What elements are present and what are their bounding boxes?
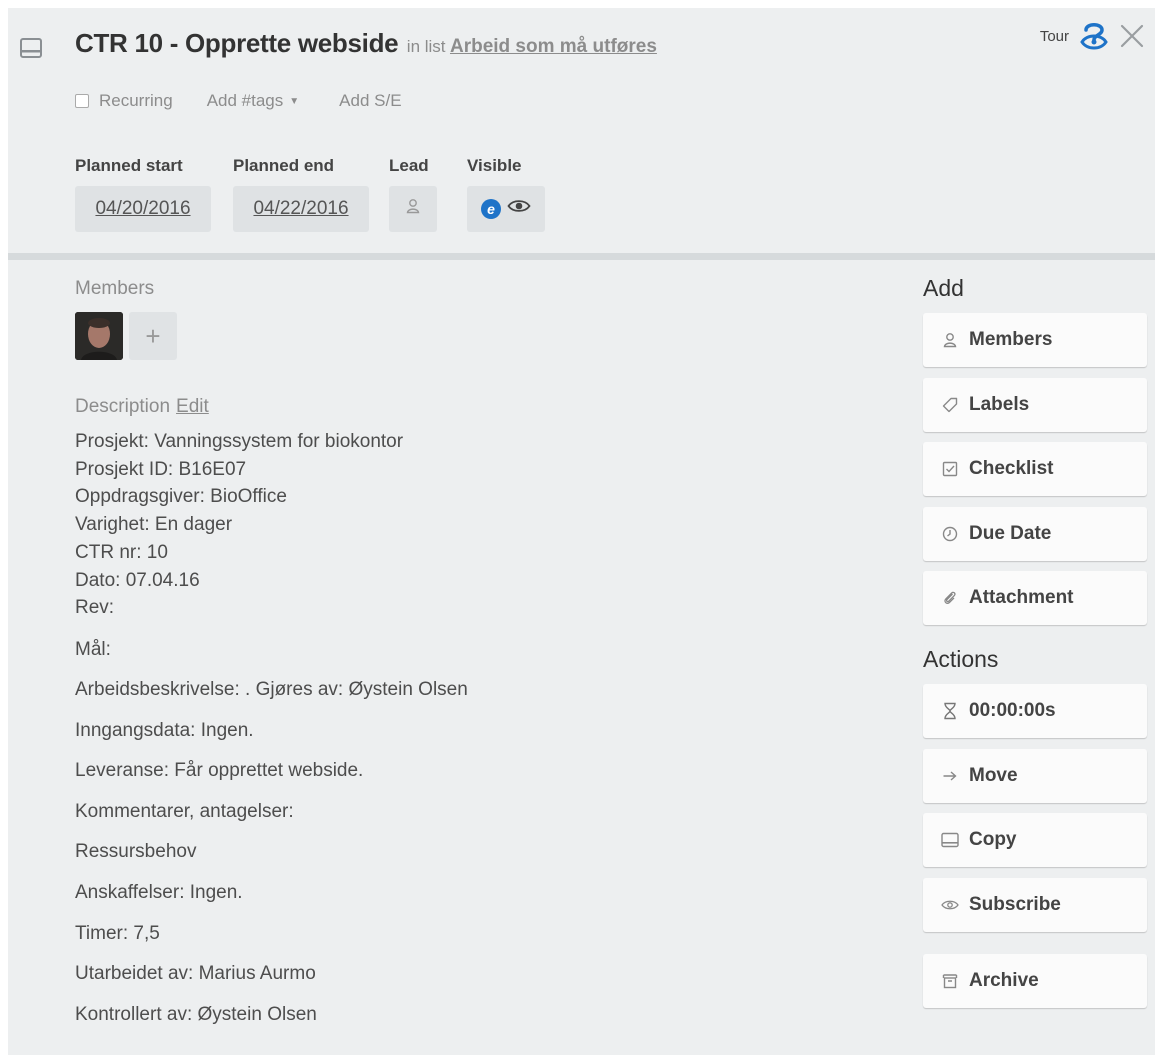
description-line: Dato: 07.04.16 (75, 569, 200, 591)
archive-icon (939, 973, 961, 989)
lead-label: Lead (389, 156, 429, 175)
arrow-right-icon (939, 770, 961, 782)
add-member-button[interactable]: + (129, 312, 177, 360)
add-members-button[interactable]: Members (923, 313, 1147, 367)
description-line: Oppdragsgiver: BioOffice (75, 486, 287, 508)
add-tags-label: Add #tags (206, 91, 284, 110)
edit-description-link[interactable]: Edit (176, 396, 209, 417)
visibility-badge-icon: e (481, 199, 501, 219)
add-due-date-label: Due Date (969, 522, 1052, 544)
visible-field: Visible e (467, 156, 545, 232)
recurring-label[interactable]: Recurring (99, 91, 173, 111)
lead-picker[interactable] (389, 186, 437, 232)
card-sidebar: Add Members Labels Checklist Due Date At… (923, 273, 1147, 1018)
description-line: Prosjekt: Vanningssystem for biokontor (75, 431, 404, 452)
card-icon (20, 38, 42, 58)
add-labels-button[interactable]: Labels (923, 377, 1147, 432)
description-paragraph: Arbeidsbeskrivelse: . Gjøres av: Øystein… (75, 679, 468, 701)
in-list-label: in list (406, 37, 446, 56)
description-body: Prosjekt: Vanningssystem for biokontor P… (75, 428, 895, 622)
subscribe-label: Subscribe (969, 893, 1061, 915)
description-line: Rev: (75, 597, 115, 619)
description-paragraph: Mål: (75, 638, 111, 660)
description-line: CTR nr: 10 (75, 541, 168, 563)
clock-icon (939, 526, 961, 542)
description-paragraph: Ressursbehov (75, 841, 197, 863)
archive-button[interactable]: Archive (923, 953, 1147, 1008)
add-heading: Add (923, 275, 964, 301)
description-line: Varighet: En dager (75, 514, 233, 536)
add-tags-dropdown[interactable]: Add #tags ▼ (207, 91, 299, 111)
archive-label: Archive (969, 969, 1039, 991)
timer-icon (939, 702, 961, 720)
timer-button[interactable]: 00:00:00s (923, 684, 1147, 738)
description-paragraph: Timer: 7,5 (75, 922, 160, 944)
card-title-row: CTR 10 - Opprette webside in list Arbeid… (75, 28, 657, 59)
planned-start-label: Planned start (75, 156, 183, 175)
description-paragraph: Leveranse: Får opprettet webside. (75, 760, 364, 782)
description-paragraph: Kontrollert av: Øystein Olsen (75, 1003, 317, 1025)
lead-field: Lead (389, 156, 437, 232)
eye-icon (939, 899, 961, 911)
card-title[interactable]: CTR 10 - Opprette webside (75, 28, 399, 58)
add-checklist-label: Checklist (969, 458, 1054, 479)
description-header: Description Edit (75, 396, 895, 418)
planned-start-value[interactable]: 04/20/2016 (75, 186, 211, 232)
card-meta-row: Recurring Add #tags ▼ Add S/E (75, 91, 402, 111)
copy-button[interactable]: Copy (923, 813, 1147, 867)
move-label: Move (969, 764, 1018, 786)
add-se-button[interactable]: Add S/E (339, 91, 401, 111)
avatar[interactable] (75, 312, 123, 360)
card-header: CTR 10 - Opprette webside in list Arbeid… (8, 8, 1155, 253)
header-divider (8, 253, 1155, 260)
eye-icon (507, 198, 531, 220)
planned-end-label: Planned end (233, 156, 335, 175)
members-list: + (75, 312, 895, 360)
visible-label: Visible (467, 156, 522, 175)
person-icon (406, 198, 420, 220)
card-main: Members + Description Edit Prosjekt: Vann… (75, 278, 895, 1028)
close-icon[interactable] (1119, 23, 1145, 49)
copy-label: Copy (969, 829, 1017, 850)
description-line: Prosjekt ID: B16E07 (75, 458, 247, 480)
description-paragraph: Anskaffelser: Ingen. (75, 882, 243, 904)
tour-icon[interactable] (1077, 20, 1111, 52)
card-detail-window: CTR 10 - Opprette webside in list Arbeid… (8, 8, 1155, 1055)
paperclip-icon (939, 590, 961, 606)
planned-end-value[interactable]: 04/22/2016 (233, 186, 369, 232)
description-paragraph: Kommentarer, antagelser: (75, 800, 294, 822)
visibility-toggle[interactable]: e (467, 186, 545, 232)
description-paragraph: Inngangsdata: Ingen. (75, 719, 254, 741)
add-labels-label: Labels (969, 393, 1030, 415)
add-due-date-button[interactable]: Due Date (923, 506, 1147, 561)
copy-icon (939, 832, 961, 848)
planned-end-field: Planned end 04/22/2016 (233, 156, 369, 232)
add-members-label: Members (969, 329, 1053, 350)
timer-label: 00:00:00s (969, 700, 1056, 721)
members-label: Members (75, 278, 155, 299)
chevron-down-icon: ▼ (289, 96, 300, 107)
description-paragraph: Utarbeidet av: Marius Aurmo (75, 963, 316, 985)
subscribe-button[interactable]: Subscribe (923, 877, 1147, 932)
add-attachment-label: Attachment (969, 587, 1074, 608)
description-label: Description (75, 396, 171, 417)
tag-icon (939, 397, 961, 413)
actions-heading: Actions (923, 646, 999, 672)
person-icon (939, 332, 961, 348)
list-link[interactable]: Arbeid som må utføres (450, 36, 657, 57)
move-button[interactable]: Move (923, 748, 1147, 803)
add-checklist-button[interactable]: Checklist (923, 442, 1147, 496)
tour-label[interactable]: Tour (1040, 28, 1069, 45)
planned-start-field: Planned start 04/20/2016 (75, 156, 211, 232)
checklist-icon (939, 461, 961, 477)
add-attachment-button[interactable]: Attachment (923, 571, 1147, 625)
header-actions: Tour (1040, 20, 1145, 52)
recurring-checkbox[interactable] (75, 94, 89, 108)
